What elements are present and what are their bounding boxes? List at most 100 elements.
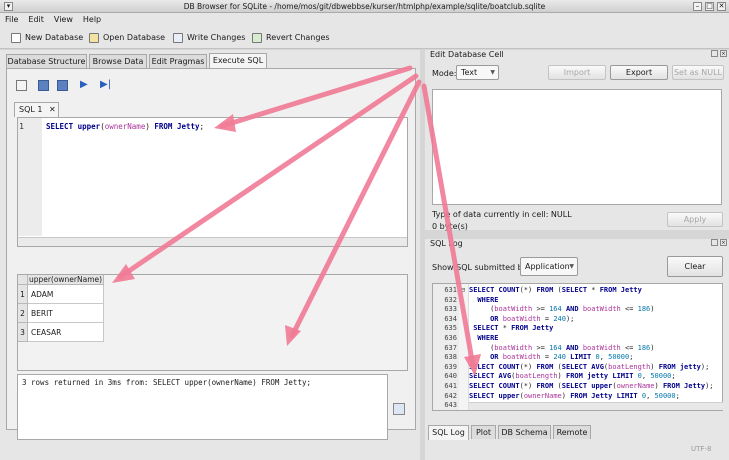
- import-button[interactable]: Import: [548, 65, 606, 80]
- log-token: 186: [637, 305, 651, 314]
- log-token: 164: [549, 343, 566, 352]
- menu-help[interactable]: Help: [78, 13, 106, 26]
- query-token: upper: [77, 122, 101, 131]
- log-token: <=: [620, 305, 638, 314]
- log-token: boatWidth: [494, 305, 533, 314]
- tab-plot[interactable]: Plot: [471, 425, 496, 439]
- row-number[interactable]: 1: [18, 285, 28, 304]
- save-results-icon[interactable]: [393, 403, 405, 415]
- window-menu-icon[interactable]: ▾: [4, 2, 13, 11]
- log-scrollbar[interactable]: [469, 402, 723, 410]
- minimize-icon[interactable]: –: [693, 2, 702, 11]
- editor-scrollbar[interactable]: [18, 237, 407, 246]
- close-window-icon[interactable]: ✕: [717, 2, 726, 11]
- log-close-icon[interactable]: ×: [720, 239, 727, 246]
- tab-browse-data[interactable]: Browse Data: [89, 54, 147, 68]
- result-cell[interactable]: CEASAR: [28, 323, 104, 342]
- sql-tab-label: SQL 1: [19, 105, 43, 114]
- log-line-text: SELECT upper(ownerName) FROM Jetty LIMIT…: [469, 392, 680, 400]
- fold-toggle-icon[interactable]: ⊟: [457, 286, 469, 296]
- revert-changes-button[interactable]: Revert Changes: [252, 31, 330, 45]
- tab-sql-log[interactable]: SQL Log: [428, 425, 469, 440]
- mode-label: Mode:: [432, 69, 457, 78]
- tab-database-structure[interactable]: Database Structure: [6, 54, 87, 68]
- edit-cell-title: Edit Database Cell: [430, 50, 504, 59]
- execute-all-icon[interactable]: ▶: [80, 79, 88, 90]
- sql-log-view[interactable]: 631 ⊟ SELECT COUNT(*) FROM (SELECT * FROM …: [432, 283, 723, 411]
- log-line: 636 WHERE: [433, 334, 722, 344]
- clear-log-button[interactable]: Clear: [667, 256, 723, 277]
- mode-select[interactable]: Text ▼: [456, 65, 499, 80]
- new-database-icon: [11, 33, 21, 43]
- write-changes-button[interactable]: Write Changes: [173, 31, 245, 45]
- editor-query[interactable]: SELECT upper(ownerName) FROM Jetty;: [46, 122, 204, 131]
- log-line: 637 (boatWidth >= 164 AND boatWidth <= 1…: [433, 344, 722, 354]
- log-token: (: [469, 305, 495, 314]
- log-line-number: 631: [444, 286, 457, 294]
- save-sql-file-icon[interactable]: [57, 80, 68, 91]
- result-cell[interactable]: BERIT: [28, 304, 104, 323]
- log-line-number: 642: [444, 391, 457, 400]
- log-line-text: OR boatWidth = 240);: [469, 315, 574, 323]
- log-line: 639 SELECT COUNT(*) FROM (SELECT AVG(boat…: [433, 363, 722, 373]
- log-token: ): [650, 362, 659, 371]
- log-token: SELECT: [469, 372, 499, 381]
- row-number[interactable]: 2: [18, 304, 28, 323]
- open-tab-icon[interactable]: [16, 80, 27, 91]
- log-token: LIMIT: [570, 353, 596, 362]
- editor-line-number: 1: [19, 122, 24, 131]
- message-text: 3 rows returned in 3ms from: SELECT uppe…: [22, 378, 311, 387]
- menu-view[interactable]: View: [49, 13, 78, 26]
- log-token: SELECT: [469, 391, 499, 400]
- log-token: COUNT: [498, 382, 520, 390]
- tab-execute-sql[interactable]: Execute SQL: [209, 53, 267, 68]
- open-sql-file-icon[interactable]: [38, 80, 49, 91]
- tab-remote[interactable]: Remote: [553, 425, 591, 439]
- log-token: ownerName: [523, 391, 562, 400]
- sql-editor[interactable]: 1 SELECT upper(ownerName) FROM Jetty;: [17, 117, 408, 247]
- log-line: 638 OR boatWidth = 240 LIMIT 0, 50000;: [433, 353, 722, 363]
- log-token: ): [561, 391, 571, 400]
- log-source-select[interactable]: Application ▼: [520, 257, 578, 276]
- log-line-text: SELECT AVG(boatLength) FROM jetty LIMIT …: [469, 372, 676, 380]
- column-header[interactable]: upper(ownerName): [28, 275, 104, 285]
- sql-log-dock: SQL Log × Show SQL submitted by Applicat…: [425, 239, 729, 460]
- mode-value: Text: [461, 68, 478, 77]
- row-number[interactable]: 3: [18, 323, 28, 342]
- log-token: ownerName: [616, 382, 655, 390]
- log-line-text: OR boatWidth = 240 LIMIT 0, 50000;: [469, 353, 633, 361]
- new-database-button[interactable]: New Database: [11, 31, 83, 45]
- set-null-button[interactable]: Set as NULL: [672, 65, 724, 80]
- close-sql-tab-icon[interactable]: ✕: [49, 105, 56, 114]
- log-token: );: [565, 314, 575, 323]
- tab-edit-pragmas[interactable]: Edit Pragmas: [149, 54, 207, 68]
- log-line-text: SELECT * FROM Jetty: [469, 324, 553, 332]
- write-changes-label: Write Changes: [187, 33, 246, 42]
- maximize-icon[interactable]: □: [705, 2, 714, 11]
- log-token: Jetty: [684, 382, 706, 390]
- log-token: 240: [553, 353, 571, 362]
- log-float-icon[interactable]: [711, 239, 718, 246]
- menu-edit[interactable]: Edit: [23, 13, 49, 26]
- log-token: OR: [469, 353, 503, 362]
- log-token: WHERE: [469, 334, 499, 342]
- log-token: );: [705, 382, 714, 390]
- dock-close-icon[interactable]: ×: [720, 50, 727, 57]
- tab-db-schema[interactable]: DB Schema: [498, 425, 551, 439]
- log-line-text: SELECT COUNT(*) FROM (SELECT * FROM Jett…: [469, 286, 642, 294]
- cell-editor[interactable]: [432, 89, 722, 205]
- dock-float-icon[interactable]: [711, 50, 718, 57]
- tab-sql-1[interactable]: SQL 1 ✕: [14, 102, 59, 117]
- editor-gutter: 1: [18, 118, 42, 236]
- execute-line-icon[interactable]: ▶|: [100, 79, 111, 90]
- result-cell[interactable]: ADAM: [28, 285, 104, 304]
- apply-button[interactable]: Apply: [667, 212, 723, 227]
- open-database-button[interactable]: Open Database: [89, 31, 165, 45]
- menu-file[interactable]: File: [0, 13, 23, 26]
- log-token: LIMIT: [612, 372, 638, 381]
- log-token: ;: [629, 353, 634, 362]
- query-token: FROM: [154, 122, 177, 131]
- log-line: 633 (boatWidth >= 164 AND boatWidth <= 1…: [433, 305, 722, 315]
- export-button[interactable]: Export: [610, 65, 668, 80]
- log-token: COUNT: [498, 362, 520, 371]
